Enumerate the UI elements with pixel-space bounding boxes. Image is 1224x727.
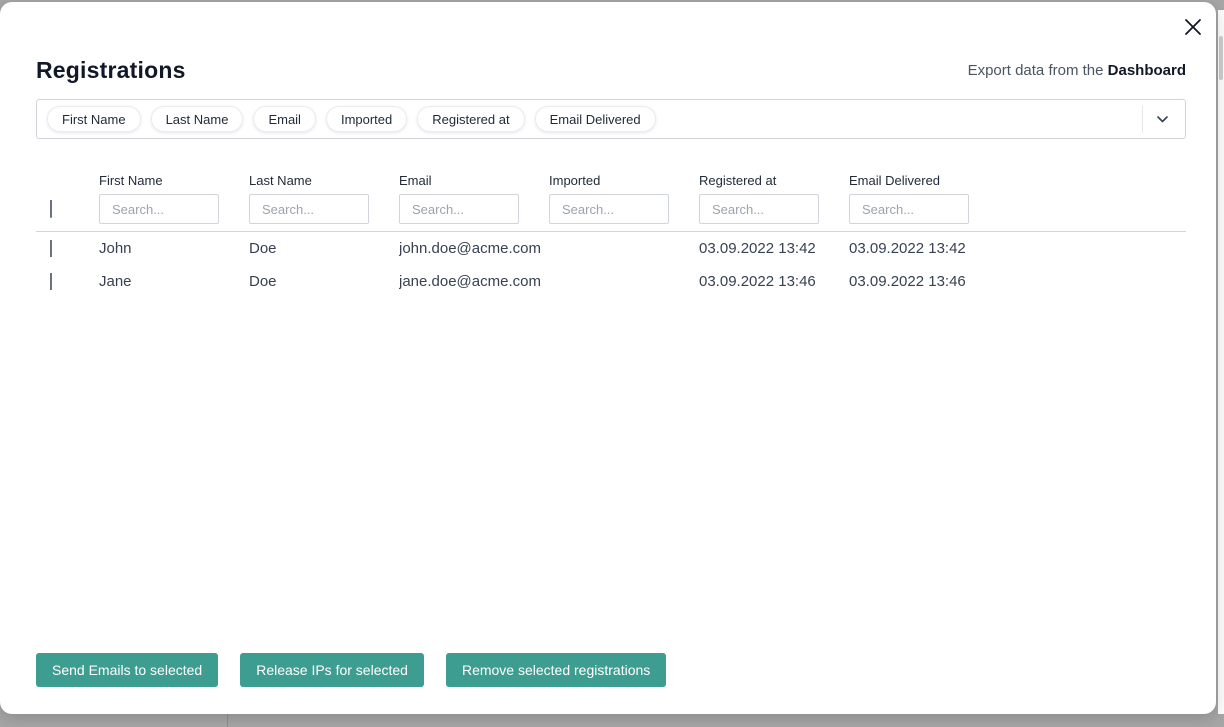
cell-registered-at: 03.09.2022 13:46	[699, 273, 849, 290]
page-title: Registrations	[36, 55, 186, 85]
dashboard-link[interactable]: Dashboard	[1108, 62, 1186, 79]
table-row: Jane Doe jane.doe@acme.com 03.09.2022 13…	[36, 265, 1186, 298]
filter-chip-first-name[interactable]: First Name	[47, 106, 141, 132]
filter-bar: First Name Last Name Email Imported Regi…	[36, 99, 1186, 139]
chevron-down-icon	[1157, 116, 1168, 123]
cell-first-name: John	[99, 240, 249, 257]
row-checkbox[interactable]	[50, 273, 52, 290]
close-icon	[1184, 18, 1202, 36]
search-input-email-delivered[interactable]	[849, 194, 969, 224]
close-button[interactable]	[1181, 15, 1205, 39]
search-input-first-name[interactable]	[99, 194, 219, 224]
search-input-last-name[interactable]	[249, 194, 369, 224]
export-hint: Export data from the Dashboard	[968, 61, 1186, 81]
export-hint-text: Export data from the	[968, 62, 1104, 79]
search-input-registered-at[interactable]	[699, 194, 819, 224]
background-sidebar-divider	[227, 714, 228, 727]
table-search-row	[36, 194, 1186, 224]
cell-first-name: Jane	[99, 273, 249, 290]
row-checkbox[interactable]	[50, 240, 52, 257]
column-header-first-name: First Name	[99, 173, 249, 188]
cell-email-delivered: 03.09.2022 13:42	[849, 240, 999, 257]
column-header-last-name: Last Name	[249, 173, 399, 188]
registrations-table: First Name Last Name Email Imported Regi…	[36, 173, 1186, 298]
filter-chip-registered-at[interactable]: Registered at	[417, 106, 524, 132]
cell-email: john.doe@acme.com	[399, 240, 549, 257]
search-input-imported[interactable]	[549, 194, 669, 224]
column-header-imported: Imported	[549, 173, 699, 188]
registrations-modal: Registrations Export data from the Dashb…	[0, 2, 1216, 714]
bulk-actions-bar: Send Emails to selected Release IPs for …	[36, 653, 666, 687]
background-page-edge	[1218, 10, 1224, 714]
column-header-registered-at: Registered at	[699, 173, 849, 188]
filter-chip-imported[interactable]: Imported	[326, 106, 407, 132]
cell-last-name: Doe	[249, 240, 399, 257]
search-input-email[interactable]	[399, 194, 519, 224]
cell-registered-at: 03.09.2022 13:42	[699, 240, 849, 257]
filter-dropdown-button[interactable]	[1147, 100, 1177, 138]
filter-chip-email-delivered[interactable]: Email Delivered	[535, 106, 656, 132]
cell-last-name: Doe	[249, 273, 399, 290]
send-emails-button[interactable]: Send Emails to selected	[36, 653, 218, 687]
filter-bar-divider	[1142, 106, 1143, 133]
column-header-email: Email	[399, 173, 549, 188]
background-scrollbar[interactable]	[1219, 36, 1223, 80]
release-ips-button[interactable]: Release IPs for selected	[240, 653, 424, 687]
table-row: John Doe john.doe@acme.com 03.09.2022 13…	[36, 232, 1186, 265]
select-all-checkbox[interactable]	[50, 200, 52, 218]
cell-email-delivered: 03.09.2022 13:46	[849, 273, 999, 290]
filter-chip-last-name[interactable]: Last Name	[151, 106, 244, 132]
table-header-labels: First Name Last Name Email Imported Regi…	[36, 173, 1186, 188]
filter-chip-email[interactable]: Email	[253, 106, 316, 132]
cell-email: jane.doe@acme.com	[399, 273, 549, 290]
column-header-email-delivered: Email Delivered	[849, 173, 999, 188]
remove-registrations-button[interactable]: Remove selected registrations	[446, 653, 666, 687]
